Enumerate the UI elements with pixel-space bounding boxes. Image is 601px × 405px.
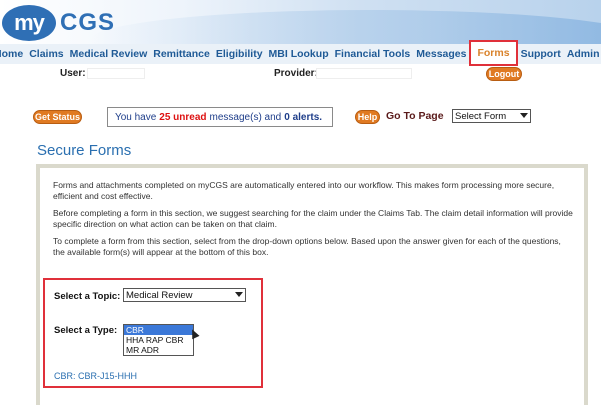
nav-item-support[interactable]: Support xyxy=(518,44,564,64)
user-value xyxy=(87,68,145,79)
nav-item-financial-tools[interactable]: Financial Tools xyxy=(332,44,414,64)
goto-page-label: Go To Page xyxy=(386,110,444,122)
message-summary: You have 25 unread message(s) and 0 aler… xyxy=(107,107,333,127)
chevron-down-icon xyxy=(520,113,528,118)
page-title: Secure Forms xyxy=(37,142,132,159)
provider-label: Provider: xyxy=(274,68,318,79)
user-label: User: xyxy=(60,68,86,79)
intro-paragraph-1: Forms and attachments completed on myCGS… xyxy=(53,180,555,201)
nav-item-forms[interactable]: Forms xyxy=(469,40,518,66)
provider-value xyxy=(316,68,412,79)
banner-swoosh xyxy=(90,10,601,44)
nav-item-admin[interactable]: Admin xyxy=(564,44,601,64)
type-option-hha-rap-cbr[interactable]: HHA RAP CBR xyxy=(124,335,193,345)
page: my CGS HomeClaimsMedical ReviewRemittanc… xyxy=(0,0,601,405)
logo-cgs: CGS xyxy=(60,9,116,36)
alerts-count[interactable]: 0 alerts. xyxy=(284,112,322,123)
intro-paragraph-2: Before completing a form in this section… xyxy=(53,208,573,229)
chevron-down-icon xyxy=(235,292,243,297)
msg-middle: message(s) and xyxy=(209,111,282,123)
msg-prefix: You have xyxy=(114,111,157,123)
help-button[interactable]: Help xyxy=(355,110,380,124)
logo-my: my xyxy=(2,5,56,41)
form-result-link[interactable]: CBR: CBR-J15-HHH xyxy=(54,371,137,381)
nav-item-remittance[interactable]: Remittance xyxy=(150,44,213,64)
intro-paragraph-3: To complete a form from this section, se… xyxy=(53,236,561,257)
goto-select-value: Select Form xyxy=(455,110,507,122)
nav-item-mbi-lookup[interactable]: MBI Lookup xyxy=(266,44,332,64)
mycgs-logo[interactable]: my CGS xyxy=(2,3,115,43)
nav-item-claims[interactable]: Claims xyxy=(26,44,66,64)
nav-item-eligibility[interactable]: Eligibility xyxy=(213,44,266,64)
nav-item-messages[interactable]: Messages xyxy=(413,44,469,64)
topic-label: Select a Topic: xyxy=(54,291,121,302)
topic-select-value: Medical Review xyxy=(126,289,193,301)
nav-item-medical-review[interactable]: Medical Review xyxy=(67,44,151,64)
type-listbox[interactable]: CBR HHA RAP CBR MR ADR xyxy=(123,324,194,356)
topic-select[interactable]: Medical Review xyxy=(123,288,246,302)
header-banner: my CGS xyxy=(0,0,601,44)
goto-page-select[interactable]: Select Form xyxy=(452,109,531,123)
type-option-mr-adr[interactable]: MR ADR xyxy=(124,345,193,355)
get-status-button[interactable]: Get Status xyxy=(33,110,82,124)
nav-item-home[interactable]: Home xyxy=(0,44,26,64)
main-nav: HomeClaimsMedical ReviewRemittanceEligib… xyxy=(0,40,601,66)
unread-count[interactable]: 25 unread xyxy=(159,112,206,123)
logout-button[interactable]: Logout xyxy=(486,67,522,81)
type-label: Select a Type: xyxy=(54,325,118,336)
type-option-cbr[interactable]: CBR xyxy=(124,325,193,335)
